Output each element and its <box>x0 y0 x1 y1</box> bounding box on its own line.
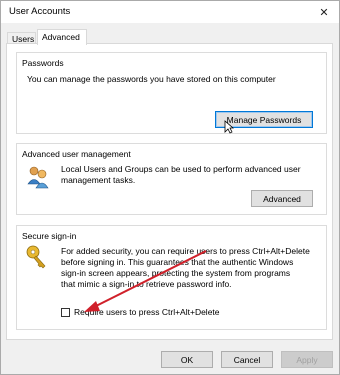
advanced-user-management-group: Advanced user management Local Users and… <box>16 143 327 215</box>
secure-signin-group: Secure sign-in For added security, you c… <box>16 225 327 330</box>
close-icon: ✕ <box>319 6 329 19</box>
dialog-footer: OK Cancel Apply <box>0 345 340 375</box>
title-bar: User Accounts ✕ <box>1 1 339 23</box>
apply-button[interactable]: Apply <box>281 351 333 368</box>
secure-signin-line3: sign-in screen appears, protecting the s… <box>61 268 291 278</box>
secure-signin-line1: For added security, you can require user… <box>61 246 310 256</box>
secure-signin-line2: before signing in. This guarantees that … <box>61 257 294 267</box>
key-icon <box>26 245 46 269</box>
require-ctrl-alt-delete-checkbox[interactable] <box>61 308 70 317</box>
advanced-management-line1: Local Users and Groups can be used to pe… <box>61 164 301 174</box>
mouse-cursor-icon <box>224 120 234 134</box>
passwords-description: You can manage the passwords you have st… <box>27 74 276 84</box>
users-group-icon <box>27 166 49 189</box>
window-title: User Accounts <box>9 6 71 17</box>
close-button[interactable]: ✕ <box>309 1 339 23</box>
passwords-heading: Passwords <box>22 58 64 68</box>
passwords-group: Passwords You can manage the passwords y… <box>16 52 327 134</box>
secure-signin-heading: Secure sign-in <box>22 231 77 241</box>
secure-signin-line4: that mimic a sign-in to retrieve passwor… <box>61 279 232 289</box>
cancel-button[interactable]: Cancel <box>221 351 273 368</box>
ok-button[interactable]: OK <box>161 351 213 368</box>
advanced-management-heading: Advanced user management <box>22 149 131 159</box>
advanced-management-line2: management tasks. <box>61 175 136 185</box>
advanced-button[interactable]: Advanced <box>251 190 313 207</box>
require-ctrl-alt-delete-label[interactable]: Require users to press Ctrl+Alt+Delete <box>74 307 220 317</box>
tab-advanced[interactable]: Advanced <box>37 29 87 45</box>
